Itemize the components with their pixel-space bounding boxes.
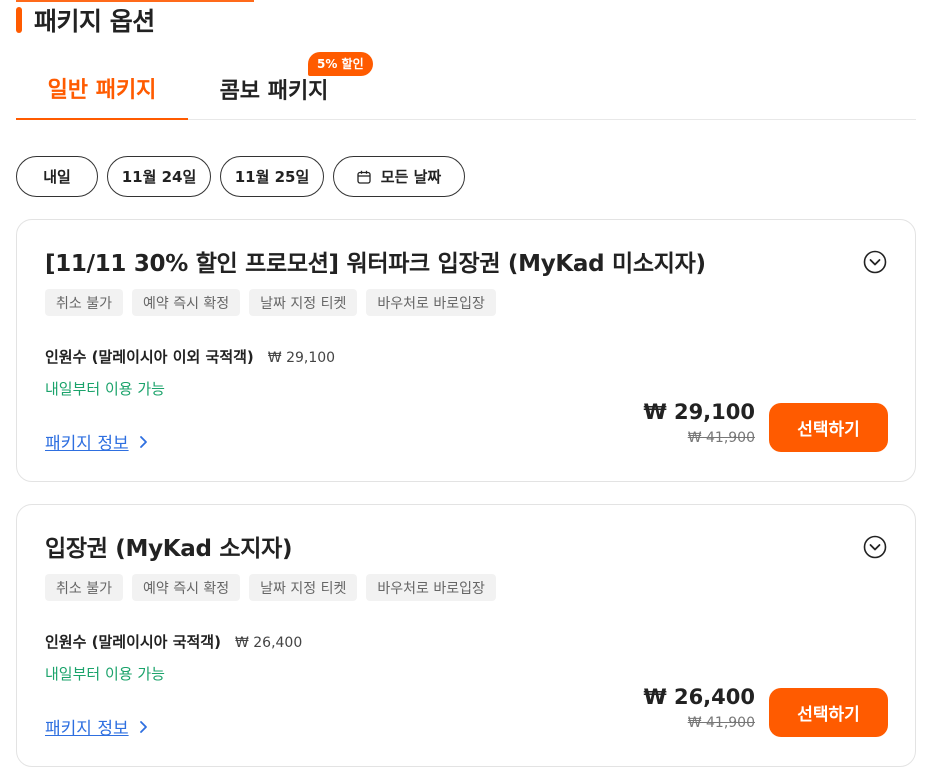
package-tags: 취소 불가 예약 즉시 확정 날짜 지정 티켓 바우처로 바로입장	[45, 289, 496, 316]
select-button[interactable]: 선택하기	[769, 688, 888, 737]
pax-row: 인원수 (말레이시아 국적객) ₩ 26,400	[45, 631, 302, 652]
date-chip-nov-24[interactable]: 11월 24일	[107, 156, 211, 197]
discount-badge: 5% 할인	[308, 52, 373, 76]
calendar-icon	[357, 170, 371, 184]
package-title: [11/11 30% 할인 프로모션] 워터파크 입장권 (MyKad 미소지자…	[45, 251, 706, 277]
chevron-right-icon	[139, 720, 147, 733]
tag-non-refundable: 취소 불가	[45, 574, 123, 601]
current-price: ₩ 26,400	[643, 685, 755, 709]
tag-voucher-entry: 바우처로 바로입장	[366, 574, 496, 601]
tag-non-refundable: 취소 불가	[45, 289, 123, 316]
chevron-down-circle-icon[interactable]	[863, 250, 887, 274]
availability-text: 내일부터 이용 가능	[45, 380, 165, 398]
tab-general-package[interactable]: 일반 패키지	[16, 58, 188, 120]
date-chip-all-dates[interactable]: 모든 날짜	[333, 156, 465, 197]
pax-price: ₩ 29,100	[267, 350, 336, 366]
pax-price: ₩ 26,400	[234, 635, 303, 651]
package-info-link[interactable]: 패키지 정보	[45, 714, 148, 739]
select-button[interactable]: 선택하기	[769, 403, 888, 452]
original-price: ₩ 41,900	[687, 430, 755, 446]
section-title: 패키지 옵션	[34, 7, 155, 36]
package-tags: 취소 불가 예약 즉시 확정 날짜 지정 티켓 바우처로 바로입장	[45, 574, 496, 601]
section-accent-bar	[16, 7, 22, 33]
original-price: ₩ 41,900	[687, 715, 755, 731]
package-info-label: 패키지 정보	[45, 434, 129, 454]
price-box: ₩ 26,400 ₩ 41,900	[643, 685, 755, 731]
date-chip-nov-25[interactable]: 11월 25일	[220, 156, 324, 197]
tag-instant-confirm: 예약 즉시 확정	[131, 289, 241, 316]
pax-label: 인원수 (말레이시아 국적객)	[45, 633, 221, 651]
chevron-down-circle-icon[interactable]	[863, 535, 887, 559]
package-info-link[interactable]: 패키지 정보	[45, 429, 148, 454]
availability-text: 내일부터 이용 가능	[45, 665, 165, 683]
pax-row: 인원수 (말레이시아 이외 국적객) ₩ 29,100	[45, 346, 335, 367]
package-info-label: 패키지 정보	[45, 719, 129, 739]
tag-fixed-date: 날짜 지정 티켓	[249, 574, 358, 601]
current-price: ₩ 29,100	[643, 400, 755, 424]
tag-instant-confirm: 예약 즉시 확정	[131, 574, 241, 601]
pax-label: 인원수 (말레이시아 이외 국적객)	[45, 348, 254, 366]
package-card: 입장권 (MyKad 소지자) 취소 불가 예약 즉시 확정 날짜 지정 티켓 …	[16, 504, 916, 767]
date-filter-group: 내일 11월 24일 11월 25일 모든 날짜	[16, 156, 465, 197]
tag-fixed-date: 날짜 지정 티켓	[249, 289, 358, 316]
package-title: 입장권 (MyKad 소지자)	[45, 536, 293, 562]
price-box: ₩ 29,100 ₩ 41,900	[643, 400, 755, 446]
date-chip-all-dates-label: 모든 날짜	[380, 168, 442, 186]
chevron-right-icon	[139, 435, 147, 448]
date-chip-tomorrow[interactable]: 내일	[16, 156, 98, 197]
section-header: 패키지 옵션	[16, 4, 155, 36]
package-tabs: 일반 패키지 콤보 패키지 5% 할인	[16, 52, 916, 120]
package-card: [11/11 30% 할인 프로모션] 워터파크 입장권 (MyKad 미소지자…	[16, 219, 916, 482]
tag-voucher-entry: 바우처로 바로입장	[366, 289, 496, 316]
